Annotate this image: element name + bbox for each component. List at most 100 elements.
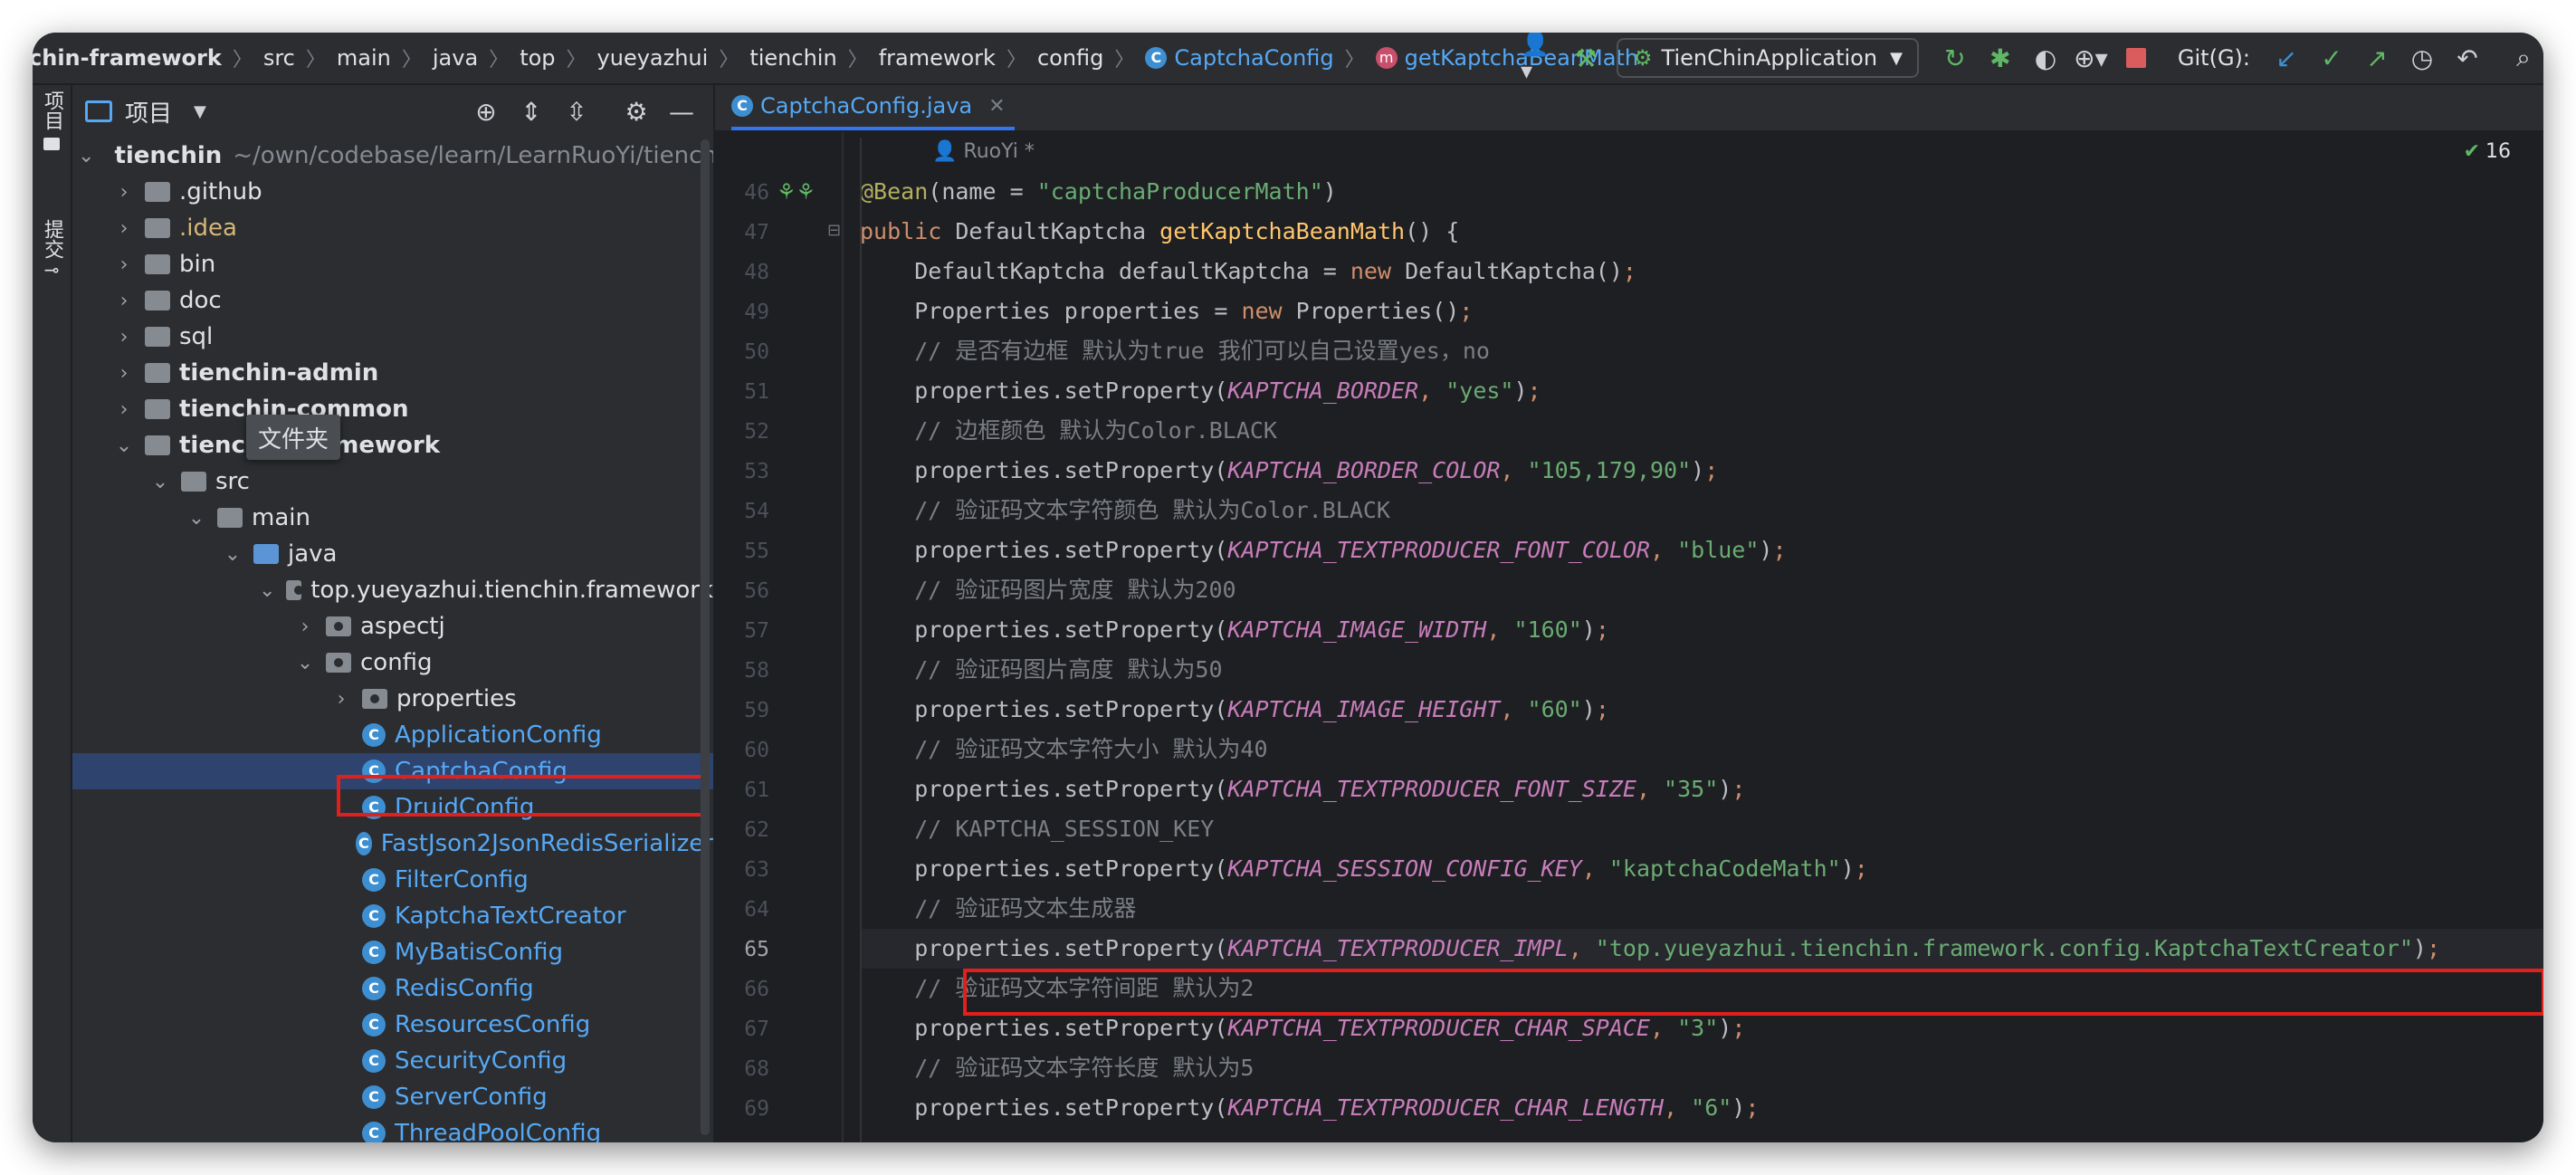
tree-item[interactable]: ⌄tienchin-framework bbox=[72, 427, 713, 463]
breadcrumb-item-class[interactable]: C CaptchaConfig bbox=[1145, 45, 1334, 71]
tree-item[interactable]: › .idea bbox=[72, 210, 713, 246]
commit-tool-button[interactable]: 提交 ⊸ bbox=[33, 219, 71, 281]
chevron-down-icon[interactable]: ⌄ bbox=[78, 145, 94, 167]
git-update-icon[interactable]: ↙ bbox=[2266, 38, 2306, 78]
editor-tab-captchaconfig[interactable]: C CaptchaConfig.java ✕ bbox=[731, 85, 1015, 130]
chevron-right-icon[interactable]: › bbox=[114, 398, 134, 421]
code-line[interactable]: properties.setProperty(KAPTCHA_TEXTPRODU… bbox=[860, 929, 2543, 969]
gear-icon[interactable]: ⚙ bbox=[614, 97, 659, 127]
stop-icon[interactable] bbox=[2116, 38, 2156, 78]
locate-icon[interactable]: ⊕ bbox=[463, 97, 509, 127]
chevron-right-icon[interactable]: › bbox=[331, 688, 351, 711]
chevron-right-icon[interactable]: › bbox=[114, 290, 134, 312]
tree-item[interactable]: C MyBatisConfig bbox=[72, 934, 713, 970]
rerun-icon[interactable]: ↻ bbox=[1935, 38, 1975, 78]
git-push-icon[interactable]: ↗ bbox=[2357, 38, 2397, 78]
breadcrumb-item-yueyazhui[interactable]: yueyazhui bbox=[597, 45, 709, 71]
tree-item[interactable]: C ResourcesConfig bbox=[72, 1007, 713, 1043]
tree-item[interactable]: ⌄ config bbox=[72, 645, 713, 681]
chevron-down-icon[interactable]: ⌄ bbox=[223, 543, 243, 566]
collapse-all-icon[interactable]: ⇳ bbox=[554, 97, 599, 127]
chevron-down-icon[interactable]: ⌄ bbox=[295, 652, 315, 674]
code-line[interactable]: properties.setProperty(KAPTCHA_TEXTPRODU… bbox=[860, 530, 2543, 570]
code-line[interactable]: // 验证码文本字符长度 默认为5 bbox=[860, 1048, 2543, 1088]
chevron-down-icon[interactable]: ⌄ bbox=[259, 579, 275, 602]
tree-item[interactable]: › aspectj bbox=[72, 608, 713, 645]
chevron-down-icon[interactable]: ⌄ bbox=[186, 507, 206, 530]
tree-item[interactable]: ⌄ src bbox=[72, 463, 713, 500]
code-line[interactable]: // 是否有边框 默认为true 我们可以自己设置yes，no bbox=[860, 331, 2543, 371]
hide-icon[interactable]: — bbox=[659, 97, 704, 127]
history-icon[interactable]: ◷ bbox=[2402, 38, 2442, 78]
tree-item[interactable]: C ThreadPoolConfig bbox=[72, 1115, 713, 1142]
fold-icon[interactable]: ⊟ bbox=[827, 221, 841, 240]
code-line[interactable]: properties.setProperty(KAPTCHA_IMAGE_WID… bbox=[860, 610, 2543, 650]
tree-item[interactable]: C KaptchaTextCreator bbox=[72, 898, 713, 934]
tree-item[interactable]: ⌄ main bbox=[72, 500, 713, 536]
git-commit-icon[interactable]: ✓ bbox=[2312, 38, 2352, 78]
tree-item[interactable]: › doc bbox=[72, 282, 713, 319]
chevron-right-icon[interactable]: › bbox=[114, 326, 134, 349]
tree-item[interactable]: C RedisConfig bbox=[72, 970, 713, 1007]
chevron-right-icon[interactable]: › bbox=[114, 217, 134, 240]
tree-item[interactable]: › properties bbox=[72, 681, 713, 717]
tree-item[interactable]: › tienchin-admin bbox=[72, 355, 713, 391]
breadcrumb-item-framework[interactable]: framework bbox=[879, 45, 996, 71]
expand-all-icon[interactable]: ⇕ bbox=[509, 97, 554, 127]
breadcrumb-item-config[interactable]: config bbox=[1037, 45, 1103, 71]
code-line[interactable]: properties.setProperty(KAPTCHA_IMAGE_HEI… bbox=[860, 690, 2543, 730]
tree-item[interactable]: C ApplicationConfig bbox=[72, 717, 713, 753]
code-line[interactable]: // KAPTCHA_SESSION_KEY bbox=[860, 809, 2543, 849]
code-line[interactable]: // 验证码文本字符大小 默认为40 bbox=[860, 730, 2543, 769]
close-icon[interactable]: ✕ bbox=[988, 95, 1005, 118]
chevron-right-icon[interactable]: › bbox=[114, 253, 134, 276]
search-icon[interactable]: ⌕ bbox=[2504, 38, 2543, 78]
tree-item[interactable]: › tienchin-common bbox=[72, 391, 713, 427]
project-panel-title[interactable]: 项目 bbox=[125, 95, 172, 129]
code-line[interactable]: Properties properties = new Properties()… bbox=[860, 291, 2543, 331]
code-line[interactable]: properties.setProperty(KAPTCHA_TEXTPRODU… bbox=[860, 769, 2543, 809]
tree-item[interactable]: C ServerConfig bbox=[72, 1079, 713, 1115]
code-line[interactable]: public DefaultKaptcha getKaptchaBeanMath… bbox=[860, 212, 2543, 252]
tree-item[interactable]: › bin bbox=[72, 246, 713, 282]
scrollbar[interactable] bbox=[701, 139, 710, 1135]
code-line[interactable]: properties.setProperty(KAPTCHA_BORDER, "… bbox=[860, 371, 2543, 411]
tree-item[interactable]: › sql bbox=[72, 319, 713, 355]
run-configuration-select[interactable]: ⚙ TienChinApplication ▼ bbox=[1617, 38, 1919, 78]
breadcrumb-item-main[interactable]: main bbox=[337, 45, 391, 71]
code-line[interactable]: // 验证码文本字符颜色 默认为Color.BLACK bbox=[860, 491, 2543, 530]
code-line[interactable]: DefaultKaptcha defaultKaptcha = new Defa… bbox=[860, 252, 2543, 291]
author-inlay-hint[interactable]: 👤 RuoYi * bbox=[932, 132, 1035, 172]
rollback-icon[interactable]: ↶ bbox=[2447, 38, 2487, 78]
build-hammer-icon[interactable]: ⚒ bbox=[1566, 38, 1606, 78]
code-line[interactable]: // 验证码图片宽度 默认为200 bbox=[860, 570, 2543, 610]
debug-icon[interactable]: ✱ bbox=[1980, 38, 2020, 78]
bean-gutter-icon[interactable]: ⚘⚘ bbox=[777, 179, 816, 205]
breadcrumb-item-tienchin[interactable]: tienchin bbox=[749, 45, 836, 71]
code-line[interactable]: // 验证码文本生成器 bbox=[860, 889, 2543, 929]
chevron-down-icon[interactable]: ▼ bbox=[194, 102, 206, 121]
code-line[interactable]: properties.setProperty(KAPTCHA_TEXTPRODU… bbox=[860, 1088, 2543, 1128]
coverage-icon[interactable]: ◐ bbox=[2026, 38, 2066, 78]
user-icon[interactable]: 👤▾ bbox=[1521, 33, 1560, 85]
breadcrumb-item-top[interactable]: top bbox=[520, 45, 555, 71]
code-line[interactable]: // 边框颜色 默认为Color.BLACK bbox=[860, 411, 2543, 451]
breadcrumb-item-module[interactable]: chin-framework bbox=[33, 45, 222, 71]
code-line[interactable]: properties.setProperty(KAPTCHA_SESSION_C… bbox=[860, 849, 2543, 889]
chevron-down-icon[interactable]: ⌄ bbox=[150, 471, 170, 493]
breadcrumb-item-src[interactable]: src bbox=[263, 45, 295, 71]
tree-item[interactable]: ⌄ tienchin ~/own/codebase/learn/LearnRuoYi… bbox=[72, 138, 713, 174]
chevron-right-icon[interactable]: › bbox=[114, 362, 134, 385]
project-tool-button[interactable]: 项目 bbox=[33, 91, 71, 150]
tree-item[interactable]: ⌄ java bbox=[72, 536, 713, 572]
tree-item[interactable]: C SecurityConfig bbox=[72, 1043, 713, 1079]
chevron-right-icon[interactable]: › bbox=[114, 181, 134, 204]
code-line[interactable]: // 验证码图片高度 默认为50 bbox=[860, 650, 2543, 690]
code-line[interactable]: @Bean(name = "captchaProducerMath") bbox=[860, 172, 2543, 212]
tree-item[interactable]: C FilterConfig bbox=[72, 862, 713, 898]
code-line[interactable]: properties.setProperty(KAPTCHA_BORDER_CO… bbox=[860, 451, 2543, 491]
breadcrumb-item-java[interactable]: java bbox=[433, 45, 478, 71]
chevron-right-icon[interactable]: › bbox=[295, 616, 315, 638]
chevron-down-icon[interactable]: ⌄ bbox=[114, 435, 134, 457]
tree-item[interactable]: ⌄ top.yueyazhui.tienchin.framework bbox=[72, 572, 713, 608]
